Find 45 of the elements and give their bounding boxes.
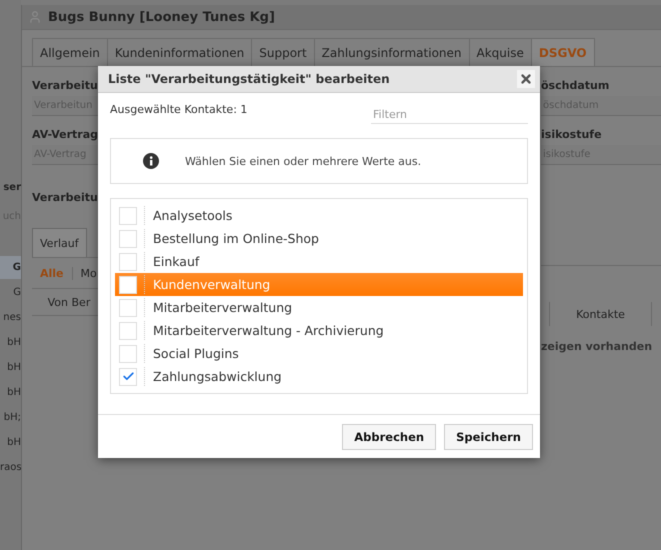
- option-row[interactable]: Analysetools: [115, 204, 523, 227]
- field-label: AV-Vertrag: [32, 128, 100, 141]
- list-item[interactable]: bH;: [0, 412, 21, 423]
- list-item[interactable]: bH: [0, 387, 21, 398]
- field-label: isikostufe: [541, 128, 603, 141]
- check-icon: [122, 370, 134, 383]
- list-item[interactable]: bH: [0, 437, 21, 448]
- checkbox[interactable]: [119, 298, 137, 316]
- checkbox[interactable]: [119, 368, 137, 386]
- list-item[interactable]: raos: [0, 462, 21, 473]
- tab[interactable]: Allgemein: [32, 38, 108, 66]
- checkbox[interactable]: [119, 206, 137, 224]
- option-row[interactable]: Zahlungsabwicklung: [115, 365, 523, 388]
- field-label: öschdatum: [541, 79, 610, 92]
- option-row[interactable]: Kundenverwaltung: [115, 273, 523, 296]
- option-row[interactable]: Mitarbeiterverwaltung - Archivierung: [115, 319, 523, 342]
- list-item[interactable]: G: [0, 256, 21, 279]
- tab[interactable]: Verlauf: [32, 228, 87, 257]
- list-item[interactable]: G: [0, 287, 21, 298]
- empty-message: zeigen vorhanden: [541, 340, 654, 353]
- close-button[interactable]: [517, 70, 535, 88]
- info-text: Wählen Sie einen oder mehrere Werte aus.: [185, 154, 422, 168]
- checkbox[interactable]: [119, 230, 137, 248]
- field-label: Verarbeitu: [32, 79, 99, 92]
- checkbox[interactable]: [119, 322, 137, 340]
- checkbox[interactable]: [119, 344, 137, 362]
- list-item[interactable]: nes: [0, 312, 21, 323]
- option-row[interactable]: Einkauf: [115, 250, 523, 273]
- list-heading: ser: [2, 182, 21, 193]
- dialog-button[interactable]: Abbrechen: [342, 424, 436, 450]
- dialog-button[interactable]: Speichern: [444, 424, 533, 450]
- option-row[interactable]: Social Plugins: [115, 342, 523, 365]
- option-row[interactable]: Bestellung im Online-Shop: [115, 227, 523, 250]
- info-icon: [143, 153, 159, 169]
- column-header: Kontakte: [549, 302, 652, 326]
- checkbox[interactable]: [119, 252, 137, 270]
- checkbox[interactable]: [119, 276, 137, 294]
- dialog-title: Liste "Verarbeitungstätigkeit" bearbeiten: [108, 72, 390, 86]
- section-title: Verarbeitu: [32, 191, 99, 204]
- list-item[interactable]: bH: [0, 337, 21, 348]
- selected-count: Ausgewählte Kontakte: 1: [110, 103, 248, 116]
- list-item[interactable]: bH: [0, 362, 21, 373]
- window-title: Bugs Bunny [Looney Tunes Kg]: [48, 10, 275, 24]
- close-icon: [519, 72, 533, 86]
- option-row[interactable]: Mitarbeiterverwaltung: [115, 296, 523, 319]
